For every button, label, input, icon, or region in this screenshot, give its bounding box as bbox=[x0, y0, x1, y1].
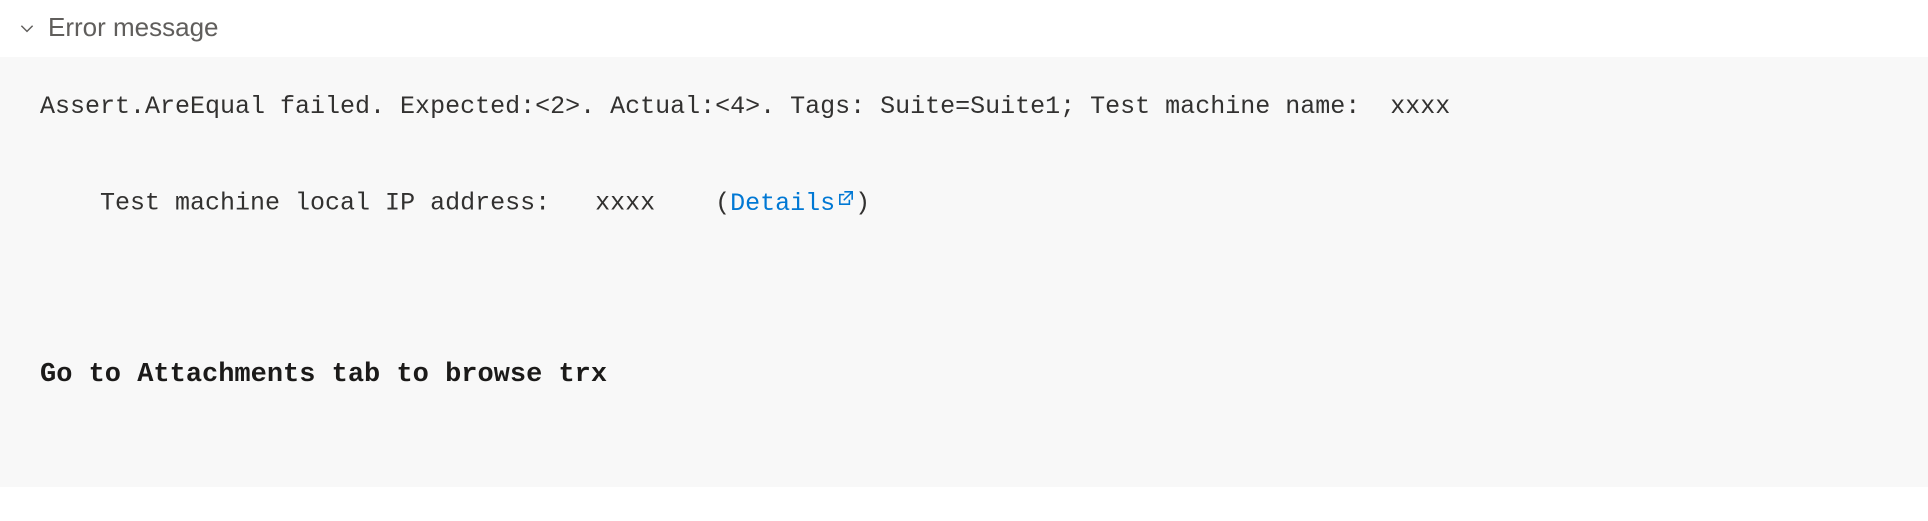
open-external-icon bbox=[837, 181, 855, 221]
error-text-line-2: Test machine local IP address: xxxx (Det… bbox=[40, 143, 1888, 264]
paren-open: ( bbox=[715, 189, 730, 218]
error-line-2-prefix: Test machine local IP address: xxxx bbox=[100, 189, 715, 218]
error-text-line-1: Assert.AreEqual failed. Expected:<2>. Ac… bbox=[40, 87, 1888, 127]
details-link[interactable]: Details bbox=[730, 189, 855, 218]
details-link-label: Details bbox=[730, 189, 835, 218]
error-message-section-header[interactable]: Error message bbox=[0, 0, 1928, 57]
section-title: Error message bbox=[48, 12, 219, 43]
chevron-down-icon bbox=[18, 19, 36, 37]
error-message-body: Assert.AreEqual failed. Expected:<2>. Ac… bbox=[0, 57, 1928, 487]
paren-close: ) bbox=[855, 189, 870, 218]
attachments-hint: Go to Attachments tab to browse trx bbox=[40, 354, 1888, 397]
